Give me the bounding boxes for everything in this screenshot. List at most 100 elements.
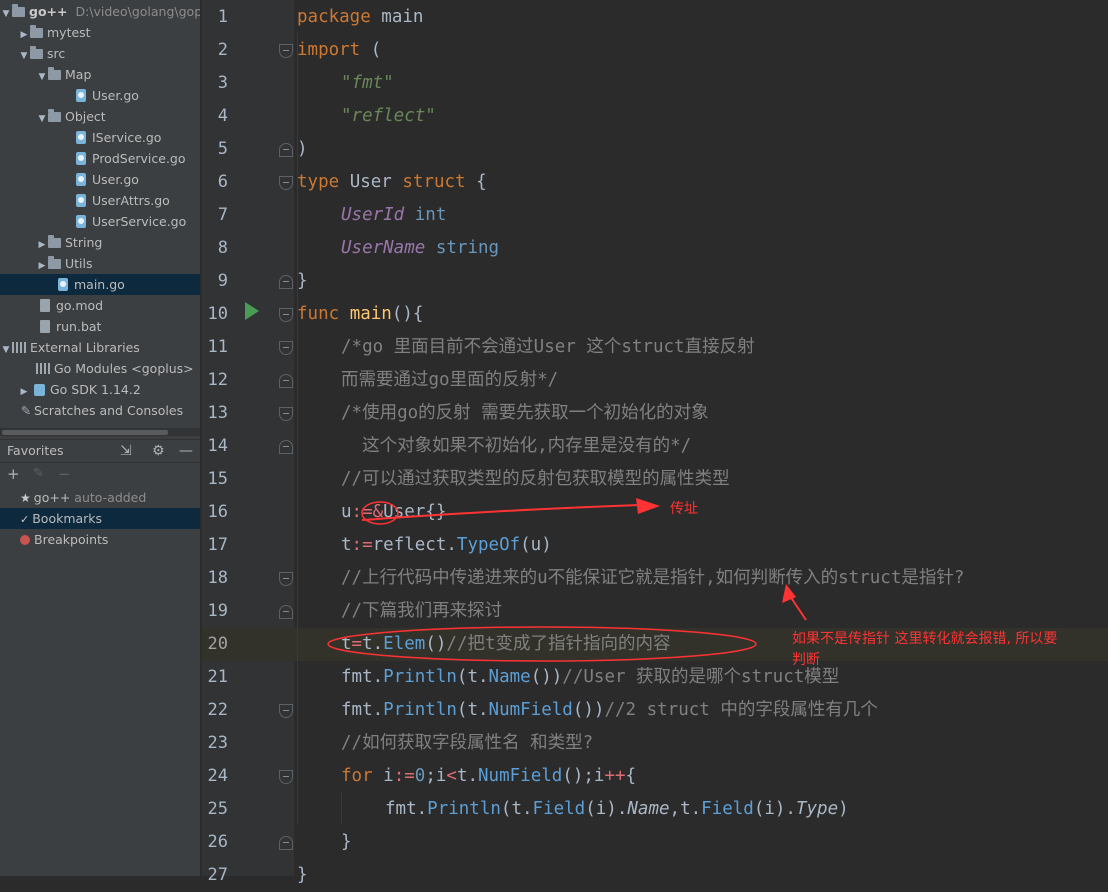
favorites-header: Favorites ⇲ ⚙ — <box>0 439 200 463</box>
line-number[interactable]: 5 <box>202 133 228 166</box>
gear-icon[interactable]: ⚙ <box>152 440 165 462</box>
tree-item-suffix: <goplus> <box>131 361 194 376</box>
tree-item-scratches[interactable]: ✎ Scratches and Consoles <box>0 400 220 421</box>
fold-end-icon[interactable] <box>279 275 293 289</box>
chevron-right-icon[interactable]: ▶ <box>18 25 30 43</box>
line-number[interactable]: 23 <box>202 727 228 760</box>
annotation-arrowhead <box>636 498 660 514</box>
fold-collapse-icon[interactable] <box>279 176 293 190</box>
code-line-18: //上行代码中传递进来的u不能保证它就是指针,如何判断传入的struct是指针? <box>341 568 965 588</box>
fold-collapse-icon[interactable] <box>279 407 293 421</box>
line-number[interactable]: 9 <box>202 265 228 298</box>
fold-end-icon[interactable] <box>279 836 293 850</box>
chevron-right-icon[interactable]: ▶ <box>36 235 48 253</box>
line-number[interactable]: 14 <box>202 430 228 463</box>
chevron-right-icon[interactable]: ▶ <box>36 256 48 274</box>
fold-collapse-icon[interactable] <box>279 341 293 355</box>
line-number[interactable]: 10 <box>202 298 228 331</box>
tree-item-src[interactable]: ▼ src <box>0 43 218 64</box>
line-number[interactable]: 24 <box>202 760 228 793</box>
line-number[interactable]: 4 <box>202 100 228 133</box>
code-line-5: ) <box>297 139 308 159</box>
line-number[interactable]: 20 <box>202 628 228 661</box>
chevron-down-icon[interactable]: ▼ <box>36 67 48 85</box>
tree-item-mytest[interactable]: ▶ mytest <box>0 22 218 43</box>
tree-item-label: Go SDK 1.14.2 <box>49 382 141 397</box>
chevron-down-icon[interactable]: ▼ <box>18 46 30 64</box>
fold-end-icon[interactable] <box>279 605 293 619</box>
line-number[interactable]: 7 <box>202 199 228 232</box>
fold-collapse-icon[interactable] <box>279 308 293 322</box>
code-line-15: //可以通过获取类型的反射包获取模型的属性类型 <box>341 469 730 489</box>
tree-item-label: Scratches and Consoles <box>34 403 184 418</box>
remove-icon[interactable]: − <box>58 463 71 485</box>
favorites-item-project[interactable]: ★ go++ auto-added <box>0 487 220 508</box>
indent-guide <box>341 792 342 825</box>
line-number[interactable]: 6 <box>202 166 228 199</box>
chevron-right-icon[interactable]: ▶ <box>18 382 30 400</box>
favorites-item-label: Bookmarks <box>32 511 103 526</box>
line-number[interactable]: 12 <box>202 364 228 397</box>
project-path: D:\video\golang\gop <box>75 4 200 19</box>
folder-icon <box>12 4 25 17</box>
line-number[interactable]: 22 <box>202 694 228 727</box>
horizontal-scrollbar[interactable] <box>0 428 200 436</box>
chevron-down-icon[interactable]: ▼ <box>36 109 48 127</box>
folder-icon <box>48 109 61 122</box>
tree-item-external-libraries[interactable]: ▼ External Libraries <box>0 337 200 358</box>
favorites-item-bookmarks[interactable]: ✓ Bookmarks <box>0 508 220 529</box>
fold-end-icon[interactable] <box>279 374 293 388</box>
collapse-icon[interactable]: ⇲ <box>120 440 132 462</box>
line-number[interactable]: 16 <box>202 496 228 529</box>
code-line-26: } <box>341 832 352 852</box>
line-number[interactable]: 1 <box>202 1 228 34</box>
annotation-note-pointer-check: 如果不是传指针 这里转化就会报错, 所以要 <box>792 631 1058 647</box>
line-number[interactable]: 11 <box>202 331 228 364</box>
line-number[interactable]: 15 <box>202 463 228 496</box>
annotation-note-pointer-check-2: 判断 <box>792 652 820 668</box>
run-icon[interactable] <box>245 302 259 320</box>
minimize-icon[interactable]: — <box>179 440 193 462</box>
line-number[interactable]: 8 <box>202 232 228 265</box>
fold-collapse-icon[interactable] <box>279 44 293 58</box>
line-number[interactable]: 26 <box>202 826 228 859</box>
bat-file-icon <box>40 320 50 333</box>
chevron-down-icon[interactable]: ▼ <box>0 4 12 22</box>
favorites-title: Favorites <box>7 443 64 458</box>
line-number[interactable]: 19 <box>202 595 228 628</box>
code-line-17: t:=reflect.TypeOf(u) <box>341 535 552 555</box>
line-number[interactable]: 2 <box>202 34 228 67</box>
line-number[interactable]: 3 <box>202 67 228 100</box>
tree-item-label: Object <box>65 109 106 124</box>
line-number[interactable]: 17 <box>202 529 228 562</box>
code-line-16: u:=&User{} <box>341 502 447 522</box>
fold-end-icon[interactable] <box>279 440 293 454</box>
favorites-item-breakpoints[interactable]: Breakpoints <box>0 529 220 550</box>
tree-item-label: run.bat <box>56 319 102 334</box>
chevron-down-icon[interactable]: ▼ <box>0 340 12 358</box>
code-line-24: for i:=0;i<t.NumField();i++{ <box>341 766 637 786</box>
code-line-19: //下篇我们再来探讨 <box>341 601 503 621</box>
fold-collapse-icon[interactable] <box>279 704 293 718</box>
line-number[interactable]: 25 <box>202 793 228 826</box>
project-panel: ▼ go++ D:\video\golang\gop ▶ mytest ▼ src ▼… <box>0 0 258 876</box>
add-icon[interactable]: + <box>7 463 20 485</box>
tree-item-go-sdk[interactable]: ▶ Go SDK 1.14.2 <box>0 379 218 400</box>
fold-collapse-icon[interactable] <box>279 572 293 586</box>
edit-icon[interactable]: ✎ <box>33 463 44 485</box>
code-line-2: import ( <box>297 40 382 60</box>
code-line-8: UserName string <box>341 238 500 258</box>
fold-end-icon[interactable] <box>279 143 293 157</box>
tree-item-label: Go Modules <box>54 361 128 376</box>
line-number[interactable]: 18 <box>202 562 228 595</box>
tree-item-label: mytest <box>47 25 91 40</box>
fold-collapse-icon[interactable] <box>279 770 293 784</box>
star-icon: ★ <box>20 491 31 505</box>
code-line-7: UserId int <box>341 205 447 225</box>
favorites-item-suffix: auto-added <box>74 490 147 505</box>
tree-root[interactable]: ▼ go++ D:\video\golang\gop <box>0 1 200 22</box>
line-number[interactable]: 21 <box>202 661 228 694</box>
tree-item-label: UserAttrs.go <box>92 193 170 208</box>
code-line-13: /*使用go的反射 需要先获取一个初始化的对象 <box>341 403 709 423</box>
line-number[interactable]: 13 <box>202 397 228 430</box>
